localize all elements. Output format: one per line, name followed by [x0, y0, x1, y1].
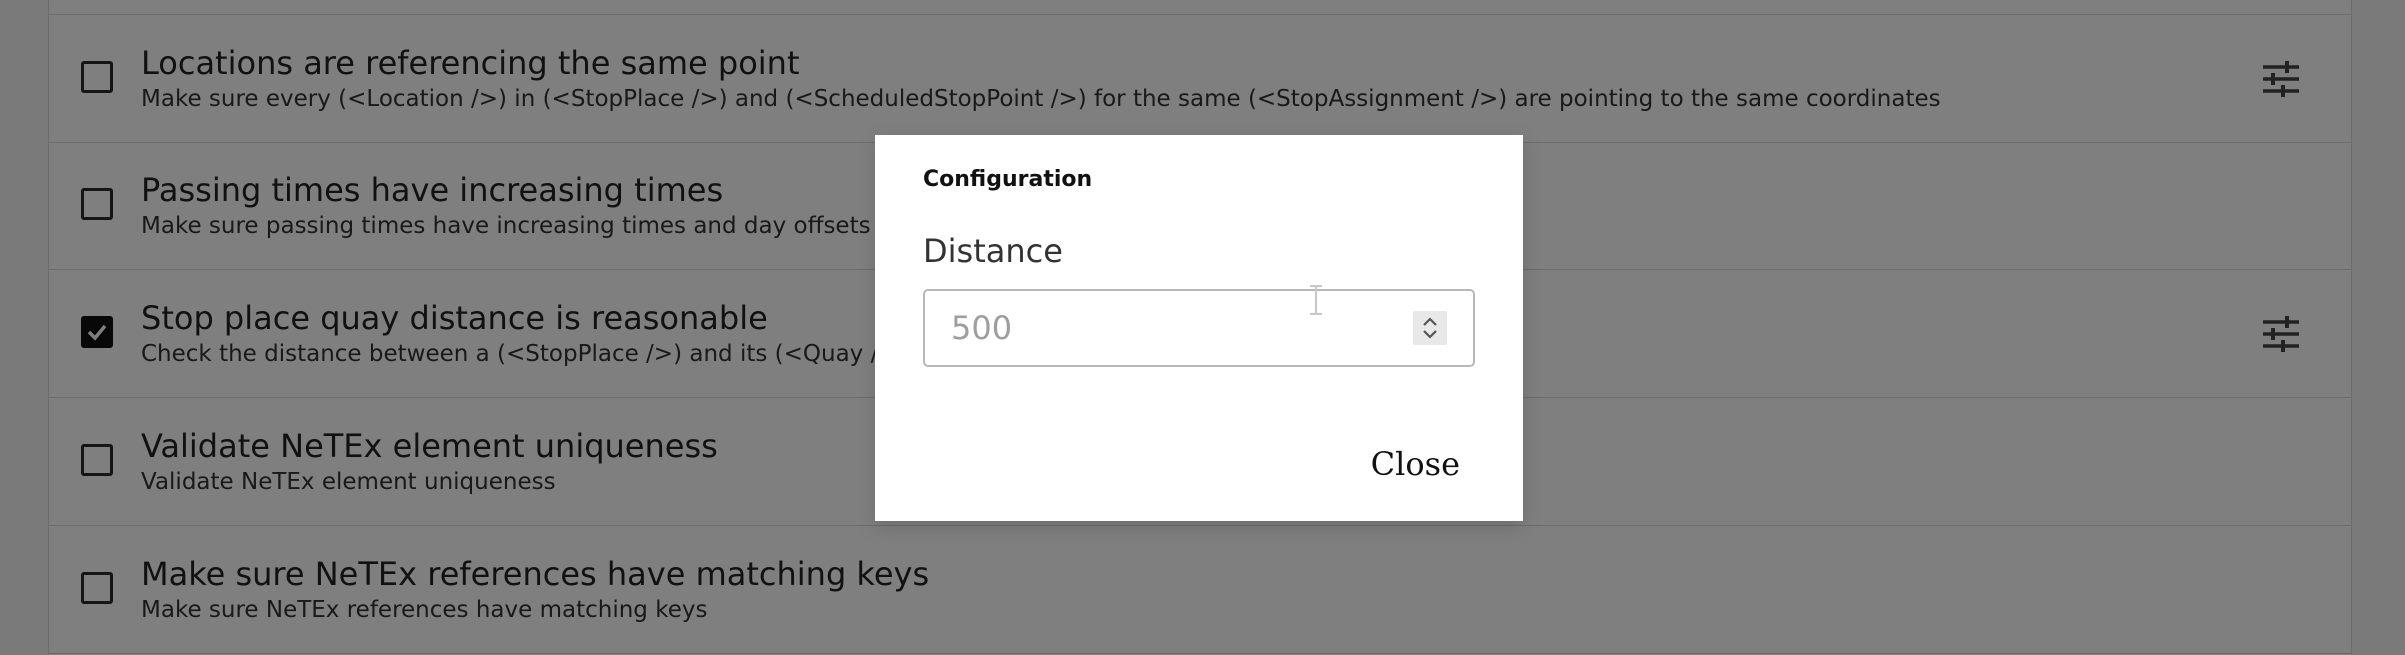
- distance-label: Distance: [923, 232, 1063, 270]
- dialog-title: Configuration: [923, 167, 1093, 192]
- close-button[interactable]: Close: [1371, 445, 1460, 483]
- text-cursor-icon: [1310, 285, 1322, 315]
- number-stepper[interactable]: [1413, 311, 1447, 345]
- page: Locations are referencing the same point…: [0, 0, 2405, 655]
- distance-field[interactable]: [923, 289, 1475, 367]
- configuration-dialog: Configuration Distance Close: [875, 135, 1523, 521]
- chevron-up-down-icon: [1423, 317, 1437, 339]
